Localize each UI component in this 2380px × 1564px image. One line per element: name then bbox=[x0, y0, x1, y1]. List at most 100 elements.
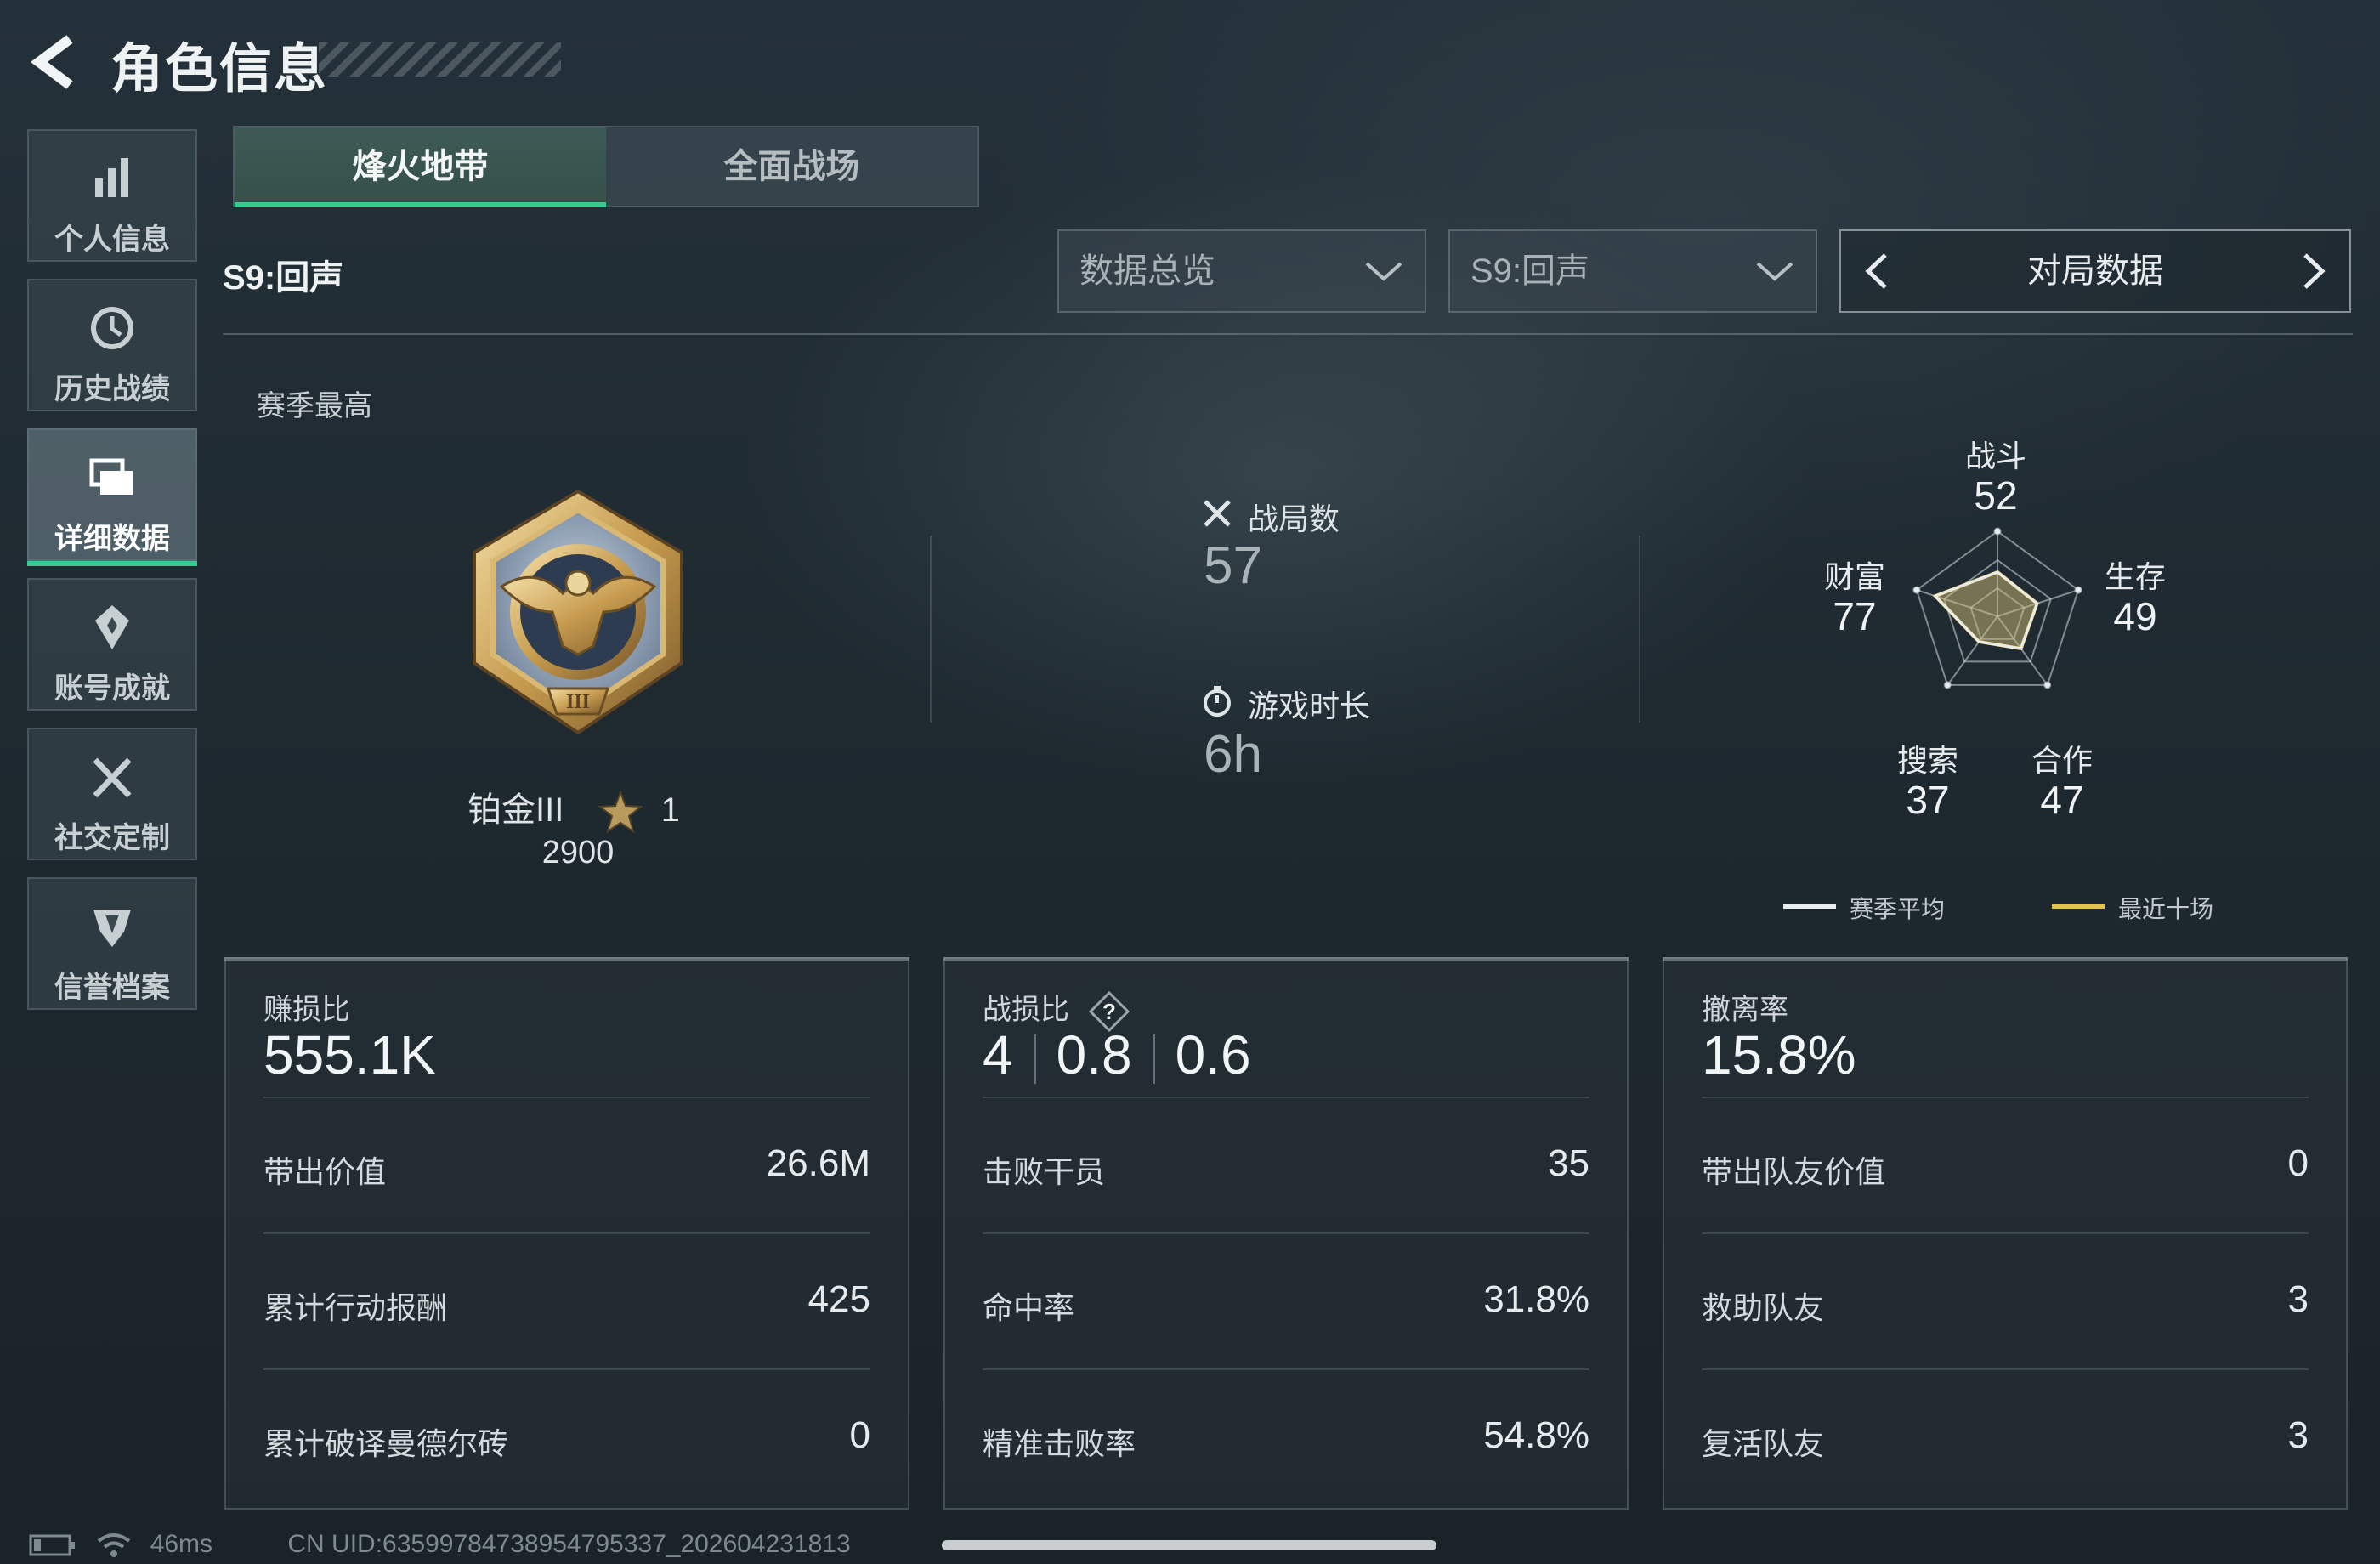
overview-dropdown-value: 数据总览 bbox=[1080, 252, 1216, 290]
card-title: 撤离率 bbox=[1702, 994, 1788, 1026]
divider bbox=[1033, 1034, 1036, 1085]
stat-row: 带出价值 26.6M bbox=[264, 1096, 870, 1234]
sidebar-item-match-history[interactable]: 历史战绩 bbox=[27, 279, 197, 411]
divider bbox=[930, 536, 932, 722]
stat-row-value: 35 bbox=[1548, 1142, 1590, 1184]
rank-badge-emblem: III bbox=[473, 489, 683, 735]
stat-row-value: 26.6M bbox=[766, 1142, 870, 1184]
sidebar-item-social-custom[interactable]: 社交定制 bbox=[27, 728, 197, 860]
stat-row-value: 54.8% bbox=[1483, 1414, 1590, 1456]
stat-row-label: 救助队友 bbox=[1702, 1290, 1825, 1325]
matches-label: 战局数 bbox=[1248, 502, 1340, 536]
stat-row: 累计破译曼德尔砖 0 bbox=[264, 1368, 870, 1506]
home-indicator[interactable] bbox=[942, 1540, 1436, 1550]
chevron-down-icon bbox=[1756, 262, 1794, 281]
legend-season-average-label: 赛季平均 bbox=[1850, 896, 1946, 922]
radar-label-search: 搜索 bbox=[1896, 743, 1958, 778]
sidebar-item-personal-info[interactable]: 个人信息 bbox=[27, 129, 197, 262]
achievement-badge-icon bbox=[95, 605, 129, 649]
svg-text:?: ? bbox=[1103, 999, 1117, 1024]
stat-row-label: 复活队友 bbox=[1702, 1426, 1825, 1461]
title-decoration bbox=[319, 42, 561, 76]
rank-stars: 1 bbox=[660, 791, 680, 829]
card-main-value: 555.1K bbox=[264, 1024, 436, 1085]
overview-dropdown[interactable]: 数据总览 bbox=[1057, 230, 1426, 313]
stat-row: 击败干员 35 bbox=[983, 1096, 1590, 1234]
stat-row-label: 精准击败率 bbox=[983, 1426, 1136, 1461]
radar-value-cooperation: 47 bbox=[2040, 778, 2084, 822]
card-title: 赚损比 bbox=[264, 994, 350, 1026]
sidebar-item-achievements[interactable]: 账号成就 bbox=[27, 578, 197, 711]
card-main-value: 4 0.8 0.6 bbox=[983, 1023, 1251, 1086]
ping-value: 46ms bbox=[150, 1530, 213, 1558]
kd-value-2: 0.8 bbox=[1056, 1024, 1132, 1085]
stat-row-value: 0 bbox=[849, 1414, 870, 1456]
card-main-value: 15.8% bbox=[1702, 1024, 1856, 1085]
stat-row: 累计行动报酬 425 bbox=[264, 1232, 870, 1370]
mode-tabs: 烽火地带 全面战场 bbox=[233, 126, 979, 207]
season-best-title: 赛季最高 bbox=[257, 390, 372, 422]
radar-label-cooperation: 合作 bbox=[2031, 743, 2093, 778]
svg-text:III: III bbox=[566, 691, 590, 713]
radar-axis-dot bbox=[1943, 681, 1952, 689]
rank-line: 铂金III 1 bbox=[468, 782, 722, 834]
battery-icon bbox=[29, 1534, 75, 1556]
bar-chart-icon bbox=[95, 158, 128, 197]
playtime-value: 6h bbox=[1204, 725, 1262, 784]
divider bbox=[1152, 1034, 1155, 1085]
playtime-label: 游戏时长 bbox=[1248, 688, 1371, 723]
crossed-tools-icon bbox=[93, 757, 132, 798]
matches-value: 57 bbox=[1204, 536, 1262, 595]
stat-row-label: 命中率 bbox=[983, 1290, 1075, 1325]
sidebar-item-label: 信誉档案 bbox=[54, 972, 170, 1004]
stat-row: 精准击败率 54.8% bbox=[983, 1368, 1590, 1506]
crossed-swords-icon bbox=[1204, 500, 1231, 527]
sidebar-item-detailed-data[interactable]: 详细数据 bbox=[27, 428, 197, 566]
stat-row-label: 累计行动报酬 bbox=[264, 1290, 448, 1325]
radar-value-search: 37 bbox=[1906, 778, 1950, 822]
radar-value-combat: 52 bbox=[1974, 473, 2018, 518]
radar-axis-dot bbox=[1993, 527, 2002, 536]
sidebar-item-label: 个人信息 bbox=[54, 224, 170, 256]
legend-recent-ten-label: 最近十场 bbox=[2118, 896, 2214, 922]
wifi-icon bbox=[98, 1533, 131, 1558]
match-data-switcher: 对局数据 bbox=[1839, 230, 2351, 313]
stat-row-value: 0 bbox=[2287, 1142, 2309, 1184]
rank-score: 2900 bbox=[541, 835, 615, 870]
page-title: 角色信息 bbox=[110, 40, 329, 99]
card-title-text: 战损比 bbox=[983, 994, 1069, 1026]
radar-value-survival: 49 bbox=[2113, 594, 2157, 638]
season-dropdown[interactable]: S9:回声 bbox=[1448, 230, 1817, 313]
stat-row-value: 425 bbox=[808, 1278, 870, 1320]
stat-row: 命中率 31.8% bbox=[983, 1232, 1590, 1370]
uid-text: CN UID:6359978473895479533​7_20260423181… bbox=[287, 1530, 851, 1558]
sidebar-item-credit-record[interactable]: 信誉档案 bbox=[27, 877, 197, 1010]
season-dropdown-value: S9:回声 bbox=[1470, 252, 1590, 290]
sidebar-item-label: 详细数据 bbox=[54, 523, 170, 555]
chevron-right-icon[interactable] bbox=[2292, 250, 2334, 292]
stat-row-label: 累计破译曼德尔砖 bbox=[264, 1426, 509, 1461]
radar-axis-dot bbox=[2043, 681, 2052, 689]
kd-value-3: 0.6 bbox=[1175, 1024, 1251, 1085]
stat-row: 救助队友 3 bbox=[1702, 1232, 2309, 1370]
stat-row-value: 31.8% bbox=[1483, 1278, 1590, 1320]
stat-row-label: 带出队友价值 bbox=[1702, 1154, 1886, 1189]
sidebar-item-label: 账号成就 bbox=[54, 672, 170, 705]
status-bar: 46ms CN UID:6359978473895479533​7_202604… bbox=[29, 1530, 851, 1564]
radar-label-survival: 生存 bbox=[2104, 559, 2166, 594]
divider bbox=[223, 333, 2353, 335]
match-data-label: 对局数据 bbox=[2027, 252, 2163, 290]
tab-full-battlefield[interactable]: 全面战场 bbox=[606, 128, 978, 206]
tab-fenghuo[interactable]: 烽火地带 bbox=[235, 128, 606, 207]
stat-row-label: 击败干员 bbox=[983, 1154, 1106, 1189]
stat-row: 带出队友价值 0 bbox=[1702, 1096, 2309, 1234]
radar-value-wealth: 77 bbox=[1833, 594, 1877, 638]
kd-value-1: 4 bbox=[983, 1024, 1013, 1085]
back-arrow-icon[interactable] bbox=[26, 32, 85, 92]
stat-row-label: 带出价值 bbox=[264, 1154, 387, 1189]
stat-row-value: 3 bbox=[2287, 1414, 2309, 1456]
legend-season-average-line bbox=[1783, 904, 1836, 909]
season-label: S9:回声 bbox=[223, 259, 344, 297]
clock-history-icon bbox=[91, 307, 133, 349]
sidebar-item-label: 历史战绩 bbox=[54, 373, 170, 405]
